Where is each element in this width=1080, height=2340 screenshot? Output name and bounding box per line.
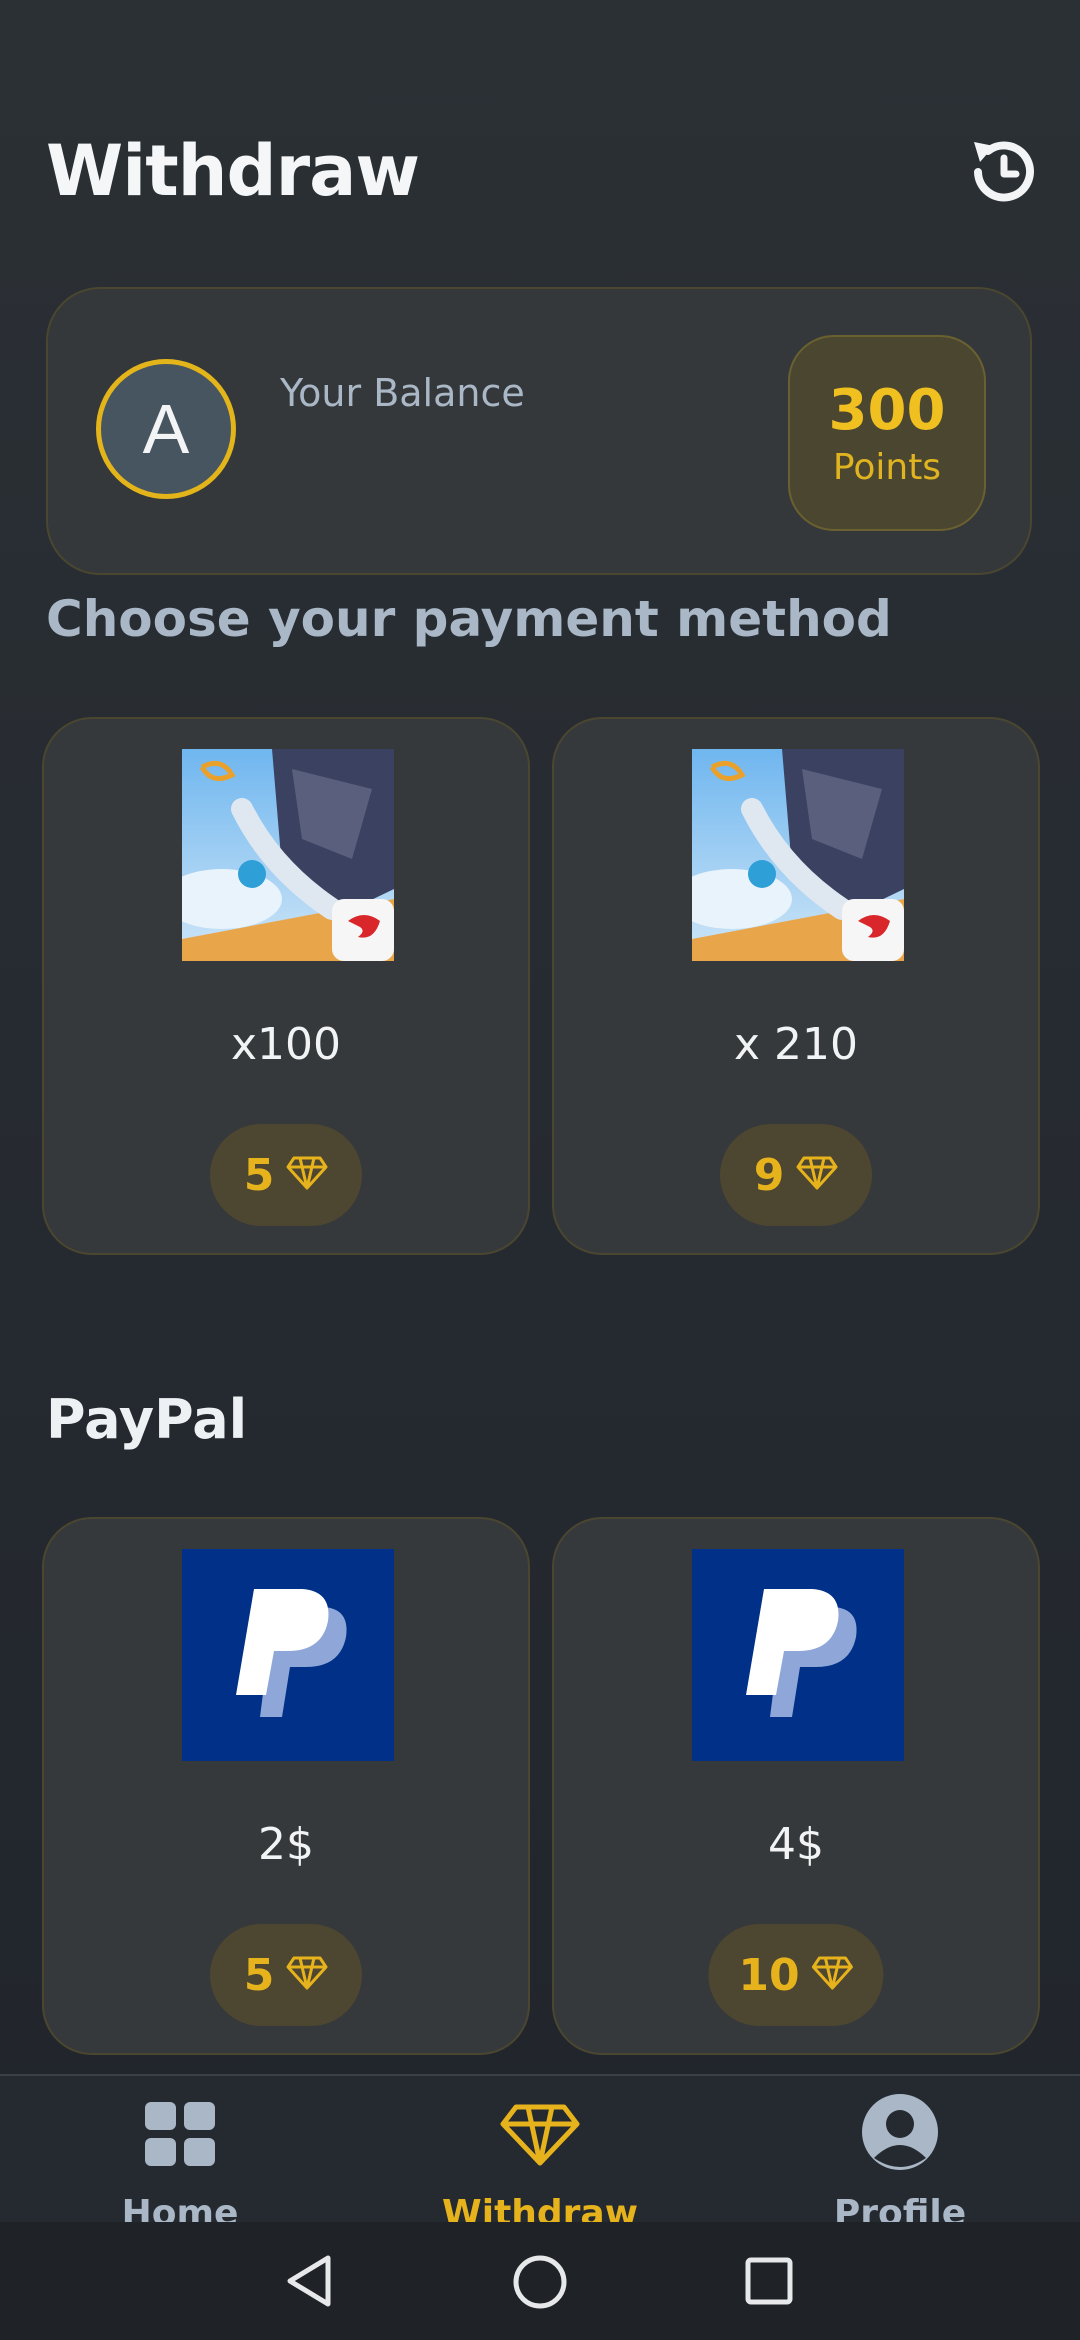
- diamond-icon: [286, 1156, 328, 1194]
- diamond-icon: [796, 1156, 838, 1194]
- nav-item-profile[interactable]: Profile: [780, 2076, 1020, 2234]
- balance-label: Your Balance: [280, 371, 525, 415]
- cost-badge[interactable]: 5: [210, 1924, 362, 2026]
- points-unit: Points: [832, 446, 942, 488]
- grid-icon: [145, 2102, 215, 2170]
- avatar: A: [96, 359, 236, 499]
- payment-method-heading: Choose your payment method: [46, 590, 892, 648]
- option-amount: x 210: [733, 1019, 858, 1070]
- freefire-option-card[interactable]: x 210 9: [552, 717, 1040, 1255]
- paypal-logo-icon: [182, 1549, 394, 1761]
- cost-value: 10: [738, 1949, 800, 2001]
- system-navigation-bar: [0, 2222, 1080, 2340]
- nav-item-withdraw[interactable]: Withdraw: [420, 2076, 660, 2234]
- free-fire-game-icon: [692, 749, 904, 961]
- cost-value: 9: [753, 1149, 785, 1201]
- page-title: Withdraw: [46, 130, 420, 212]
- paypal-logo-icon: [692, 1549, 904, 1761]
- diamond-icon: [812, 1956, 854, 1994]
- freefire-option-card[interactable]: x100 5: [42, 717, 530, 1255]
- points-badge: 300 Points: [788, 335, 986, 531]
- nav-item-home[interactable]: Home: [60, 2076, 300, 2234]
- back-icon[interactable]: [284, 2254, 334, 2312]
- cost-value: 5: [243, 1949, 275, 2001]
- user-icon: [860, 2092, 940, 2176]
- points-value: 300: [828, 377, 946, 443]
- diamond-icon: [286, 1956, 328, 1994]
- free-fire-game-icon: [182, 749, 394, 961]
- option-amount: x100: [230, 1019, 342, 1070]
- cost-value: 5: [243, 1149, 275, 1201]
- cost-badge[interactable]: 10: [708, 1924, 884, 2026]
- bottom-nav: Home Withdraw Profile: [0, 2074, 1080, 2234]
- paypal-heading: PayPal: [46, 1388, 248, 1451]
- cost-badge[interactable]: 5: [210, 1124, 362, 1226]
- recents-square-icon[interactable]: [744, 2256, 794, 2310]
- paypal-option-card[interactable]: 4$ 10: [552, 1517, 1040, 2055]
- cost-badge[interactable]: 9: [720, 1124, 872, 1226]
- diamond-icon: [500, 2104, 580, 2170]
- option-amount: 4$: [768, 1819, 824, 1870]
- history-icon[interactable]: [966, 134, 1042, 210]
- option-amount: 2$: [258, 1819, 314, 1870]
- balance-card: A Your Balance 300 Points: [46, 287, 1032, 575]
- paypal-option-card[interactable]: 2$ 5: [42, 1517, 530, 2055]
- home-circle-icon[interactable]: [512, 2254, 568, 2314]
